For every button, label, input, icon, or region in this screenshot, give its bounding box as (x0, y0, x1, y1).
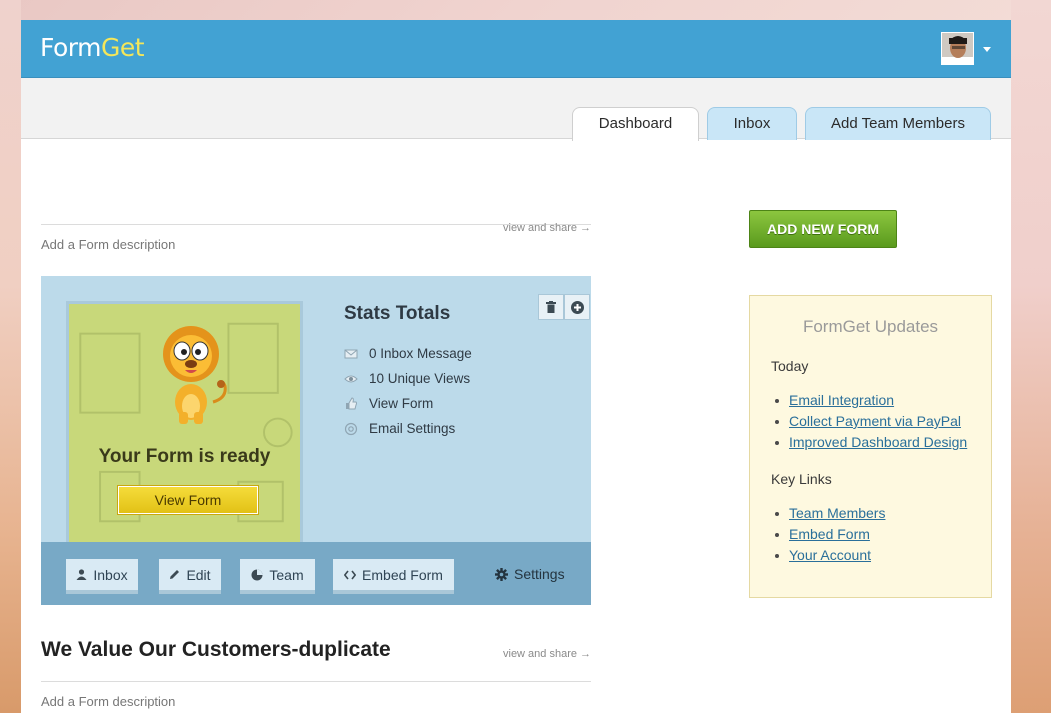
embed-form-link[interactable]: Embed Form (789, 526, 870, 542)
view-and-share-link[interactable]: view and share → (503, 648, 591, 660)
pie-chart-icon (251, 569, 263, 581)
inbox-button-label: Inbox (93, 566, 128, 583)
email-integration-link[interactable]: Email Integration (789, 392, 894, 408)
background-right (1011, 0, 1051, 713)
stat-label: Email Settings (369, 421, 456, 436)
divider (41, 681, 591, 682)
duplicate-button[interactable] (564, 294, 590, 320)
form-card: Your Form is ready View Form Stats Total… (41, 276, 591, 605)
trash-icon (546, 301, 556, 313)
stat-inbox-message[interactable]: 0 Inbox Message (344, 346, 472, 361)
pencil-icon (169, 569, 180, 580)
list-item: Your Account (771, 545, 885, 566)
list-item: Collect Payment via PayPal (771, 411, 967, 432)
key-links: Team Members Embed Form Your Account (771, 503, 885, 566)
edit-button-label: Edit (186, 566, 211, 583)
today-links: Email Integration Collect Payment via Pa… (771, 390, 967, 453)
eye-icon (344, 375, 358, 382)
team-button-label: Team (269, 566, 304, 583)
background-left (0, 0, 21, 713)
list-item: Improved Dashboard Design (771, 432, 967, 453)
card-actions (538, 294, 591, 320)
stat-unique-views[interactable]: 10 Unique Views (344, 371, 470, 386)
key-links-heading: Key Links (771, 471, 832, 487)
team-button[interactable]: Team (240, 559, 315, 594)
updates-title: FormGet Updates (802, 317, 939, 336)
view-and-share-link[interactable]: view and share → (503, 222, 591, 234)
add-new-form-button[interactable]: ADD NEW FORM (749, 210, 897, 248)
chevron-down-icon[interactable] (983, 47, 991, 52)
improved-dashboard-link[interactable]: Improved Dashboard Design (789, 434, 967, 450)
user-icon (76, 569, 87, 580)
app-window: FormGet Dashboard Inbox Add Team Members… (21, 20, 1011, 713)
collect-payment-link[interactable]: Collect Payment via PayPal (789, 413, 961, 429)
gear-icon (495, 567, 508, 581)
plus-circle-icon (570, 300, 584, 314)
form-description[interactable]: Add a Form description (41, 694, 175, 709)
logo-text-get: Get (100, 33, 145, 62)
card-footer: Inbox Edit Team Embed Form Settings (41, 542, 591, 605)
top-header: FormGet (21, 20, 1011, 78)
formget-logo[interactable]: FormGet (40, 33, 145, 62)
stat-label: 10 Unique Views (369, 371, 471, 386)
delete-button[interactable] (538, 294, 564, 320)
form-title[interactable]: We Value Our Customers-duplicate (41, 638, 391, 662)
tab-bar: Dashboard Inbox Add Team Members (21, 78, 1011, 141)
tab-inbox[interactable]: Inbox (707, 107, 797, 140)
view-form-button[interactable]: View Form (117, 485, 259, 515)
lion-mascot-icon (163, 326, 227, 424)
settings-label: Settings (514, 566, 565, 582)
user-photo-icon (942, 33, 973, 64)
tab-dashboard[interactable]: Dashboard (572, 107, 699, 141)
logo-text-form: Form (40, 33, 101, 62)
stat-label: 0 Inbox Message (369, 346, 472, 361)
formget-updates-panel: FormGet Updates Today Email Integration … (749, 295, 992, 598)
embed-form-button[interactable]: Embed Form (333, 559, 454, 594)
form-ready-text: Your Form is ready (98, 446, 271, 467)
envelope-icon (344, 349, 358, 358)
list-item: Embed Form (771, 524, 885, 545)
stat-email-settings[interactable]: Email Settings (344, 421, 455, 436)
stats-title: Stats Totals (344, 303, 451, 324)
embed-form-button-label: Embed Form (362, 566, 443, 583)
today-heading: Today (771, 358, 809, 374)
code-icon (344, 570, 357, 580)
edit-button[interactable]: Edit (159, 559, 221, 594)
avatar[interactable] (941, 32, 974, 65)
tab-add-team-members[interactable]: Add Team Members (805, 107, 991, 140)
settings-button[interactable]: Settings (495, 566, 565, 582)
list-item: Team Members (771, 503, 885, 524)
stat-label: View Form (369, 396, 434, 411)
your-account-link[interactable]: Your Account (789, 547, 871, 563)
thumb-icon (346, 396, 357, 409)
team-members-link[interactable]: Team Members (789, 505, 885, 521)
inbox-button[interactable]: Inbox (66, 559, 138, 594)
form-preview: Your Form is ready View Form (66, 301, 303, 542)
at-icon (344, 422, 358, 435)
list-item: Email Integration (771, 390, 967, 411)
form-description[interactable]: Add a Form description (41, 237, 175, 252)
stat-view-form[interactable]: View Form (344, 396, 433, 411)
